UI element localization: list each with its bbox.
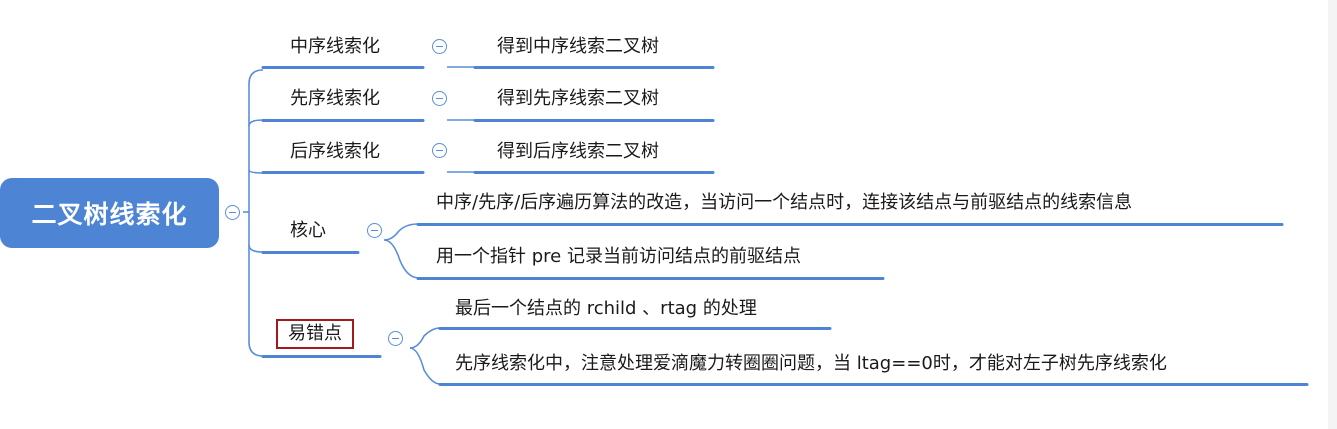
leaf-core-pre-pointer[interactable]: 用一个指针 pre 记录当前访问结点的前驱结点: [436, 246, 801, 268]
branch-postorder-label[interactable]: 后序线索化: [290, 141, 380, 163]
root-collapse-icon[interactable]: [225, 205, 240, 220]
window-edge: [1328, 0, 1337, 429]
branch-pitfalls-label[interactable]: 易错点: [276, 319, 354, 349]
root-label: 二叉树线索化: [31, 200, 188, 229]
branch-preorder-label[interactable]: 先序线索化: [290, 88, 380, 110]
branch-pitfalls-collapse-icon[interactable]: [388, 331, 403, 346]
branch-inorder-collapse-icon[interactable]: [432, 39, 447, 54]
leaf-pitfall-preorder-loop[interactable]: 先序线索化中，注意处理爱滴魔力转圈圈问题，当 ltag==0时，才能对左子树先序…: [455, 353, 1167, 375]
leaf-inorder-result[interactable]: 得到中序线索二叉树: [497, 36, 659, 58]
branch-postorder-collapse-icon[interactable]: [432, 143, 447, 158]
underlines: [261, 66, 1309, 386]
branch-inorder-label[interactable]: 中序线索化: [290, 36, 380, 58]
branch-preorder-collapse-icon[interactable]: [432, 91, 447, 106]
root-node[interactable]: 二叉树线索化: [0, 178, 219, 248]
leaf-pitfall-last-node[interactable]: 最后一个结点的 rchild 、rtag 的处理: [455, 298, 757, 320]
branch-core-collapse-icon[interactable]: [367, 223, 382, 238]
leaf-postorder-result[interactable]: 得到后序线索二叉树: [497, 141, 659, 163]
branch-core-label[interactable]: 核心: [290, 220, 326, 242]
leaf-preorder-result[interactable]: 得到先序线索二叉树: [497, 88, 659, 110]
leaf-core-traversal[interactable]: 中序/先序/后序遍历算法的改造，当访问一个结点时，连接该结点与前驱结点的线索信息: [436, 192, 1132, 214]
